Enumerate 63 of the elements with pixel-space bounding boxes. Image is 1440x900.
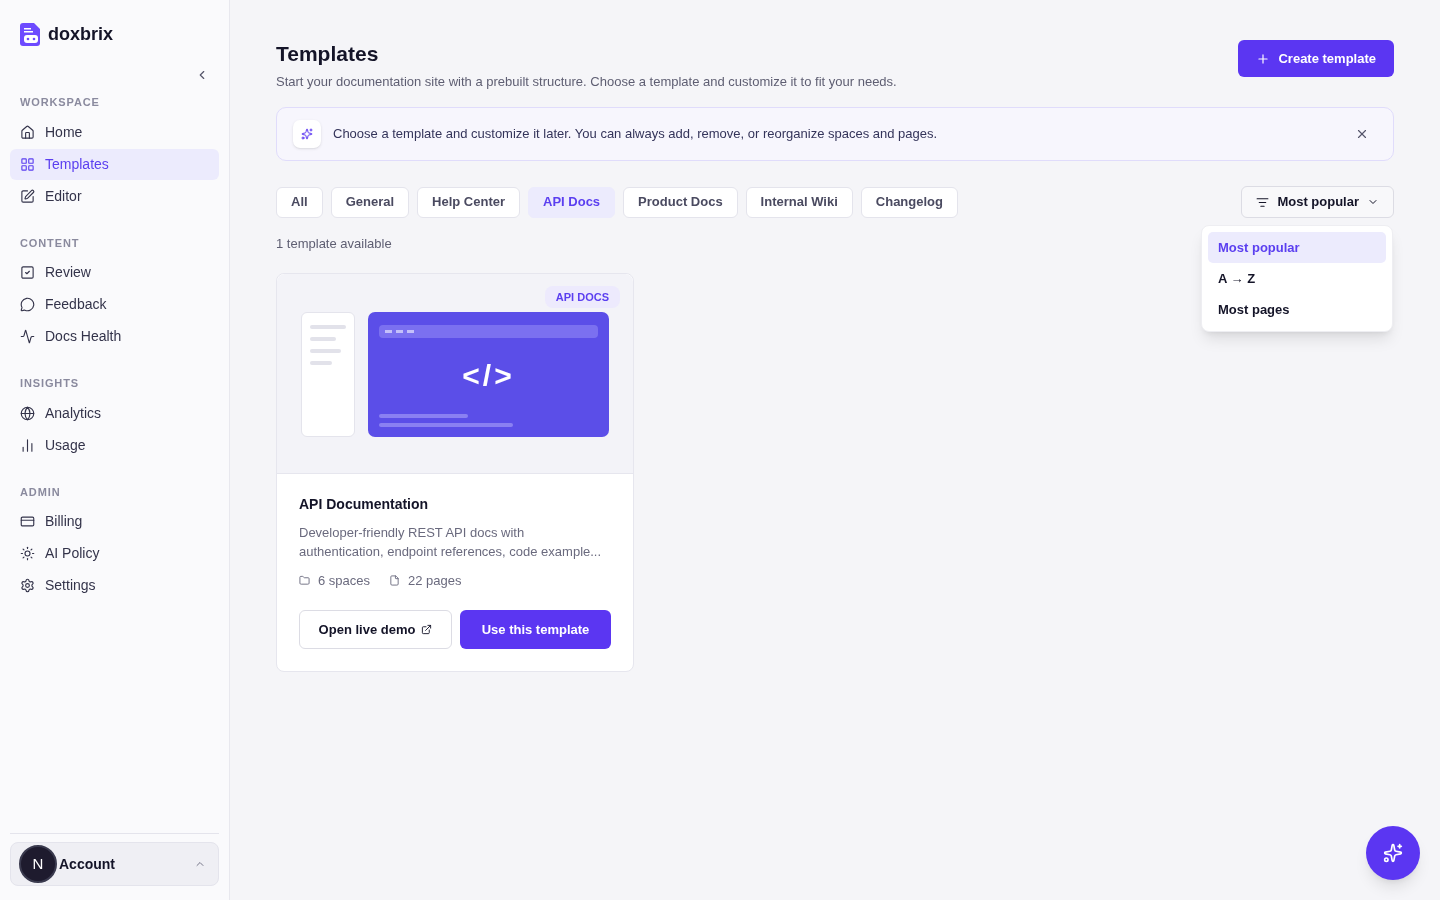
sidebar-item[interactable]: Feedback bbox=[10, 289, 219, 320]
settings-icon bbox=[20, 578, 35, 593]
filter-tab[interactable]: Help Center bbox=[417, 186, 520, 218]
sort-dropdown[interactable]: Most popular bbox=[1241, 186, 1394, 218]
use-template-button[interactable]: Use this template bbox=[460, 610, 611, 649]
sidebar-item[interactable]: Editor bbox=[10, 180, 219, 212]
template-title: API Documentation bbox=[299, 494, 430, 514]
sun-icon bbox=[20, 546, 35, 561]
sidebar-item[interactable]: AI Policy bbox=[10, 538, 219, 569]
section-heading: WORKSPACE bbox=[19, 95, 101, 110]
template-description: Developer-friendly REST API docs with authentication, endpoint references, code example... bbox=[299, 523, 603, 561]
pulse-icon bbox=[20, 329, 35, 344]
plus-icon bbox=[1256, 51, 1271, 66]
banner-text: Choose a template and customize it later. You can always add, remove, or reorganize spaces and pages. bbox=[333, 125, 938, 144]
sort-option[interactable]: Most popular bbox=[1208, 232, 1386, 263]
folder-icon bbox=[299, 574, 310, 586]
filter-lines-icon bbox=[1256, 195, 1270, 209]
external-link-icon bbox=[421, 624, 433, 635]
section-heading: INSIGHTS bbox=[19, 376, 80, 391]
sidebar-item[interactable]: Analytics bbox=[10, 397, 219, 429]
sort-option[interactable]: Most pages bbox=[1208, 294, 1386, 325]
brand-name: doxbrix bbox=[48, 23, 113, 46]
sidebar-item[interactable]: Templates bbox=[10, 148, 219, 180]
home-icon bbox=[20, 124, 35, 140]
category-tag: API DOCS bbox=[544, 285, 620, 308]
avatar: N bbox=[19, 845, 57, 883]
filter-tab[interactable]: Changelog bbox=[860, 186, 958, 218]
filter-tab[interactable]: Product Docs bbox=[623, 186, 738, 218]
file-icon bbox=[389, 574, 401, 586]
page-title: Templates bbox=[276, 41, 380, 67]
filter-tab[interactable]: General bbox=[330, 186, 410, 218]
chat-bubble-icon bbox=[20, 297, 35, 312]
result-count: 1 template available bbox=[276, 235, 392, 253]
filter-tab[interactable]: All bbox=[276, 186, 323, 218]
edit-icon bbox=[20, 188, 35, 204]
sparkle-icon bbox=[1383, 843, 1403, 863]
sidebar-item[interactable]: Review bbox=[10, 257, 219, 288]
sort-option[interactable]: A → Z bbox=[1208, 263, 1386, 294]
create-template-button[interactable]: Create template bbox=[1238, 40, 1394, 77]
spaces-count: 6 spaces bbox=[318, 571, 371, 590]
filter-tab[interactable]: Internal Wiki bbox=[745, 186, 853, 218]
filter-tab[interactable]: API Docs bbox=[528, 186, 616, 218]
ai-assistant-button[interactable] bbox=[1366, 826, 1420, 880]
sidebar-item[interactable]: Docs Health bbox=[10, 321, 219, 352]
logo-icon bbox=[20, 23, 42, 46]
page-subtitle: Start your documentation site with a prebuilt structure. Choose a template and customize it to fit your needs. bbox=[276, 72, 897, 91]
close-button[interactable] bbox=[1355, 127, 1369, 141]
bar-chart-icon bbox=[20, 437, 35, 453]
pages-count: 22 pages bbox=[408, 571, 462, 590]
section-heading: ADMIN bbox=[19, 484, 62, 500]
code-symbol: </> bbox=[462, 358, 515, 394]
live-demo-button[interactable]: Open live demo bbox=[299, 610, 452, 649]
card-icon bbox=[20, 514, 35, 529]
globe-icon bbox=[20, 405, 35, 421]
account-button[interactable]: N Account bbox=[10, 842, 219, 886]
sparkle-icon bbox=[293, 120, 321, 148]
sidebar-item[interactable]: Usage bbox=[10, 429, 219, 461]
sidebar-item[interactable]: Settings bbox=[10, 570, 219, 601]
grid-icon bbox=[20, 156, 35, 172]
checkbox-icon bbox=[20, 265, 35, 280]
sidebar-item[interactable]: Home bbox=[10, 116, 219, 148]
section-heading: CONTENT bbox=[19, 235, 81, 251]
sidebar-item[interactable]: Billing bbox=[10, 506, 219, 537]
